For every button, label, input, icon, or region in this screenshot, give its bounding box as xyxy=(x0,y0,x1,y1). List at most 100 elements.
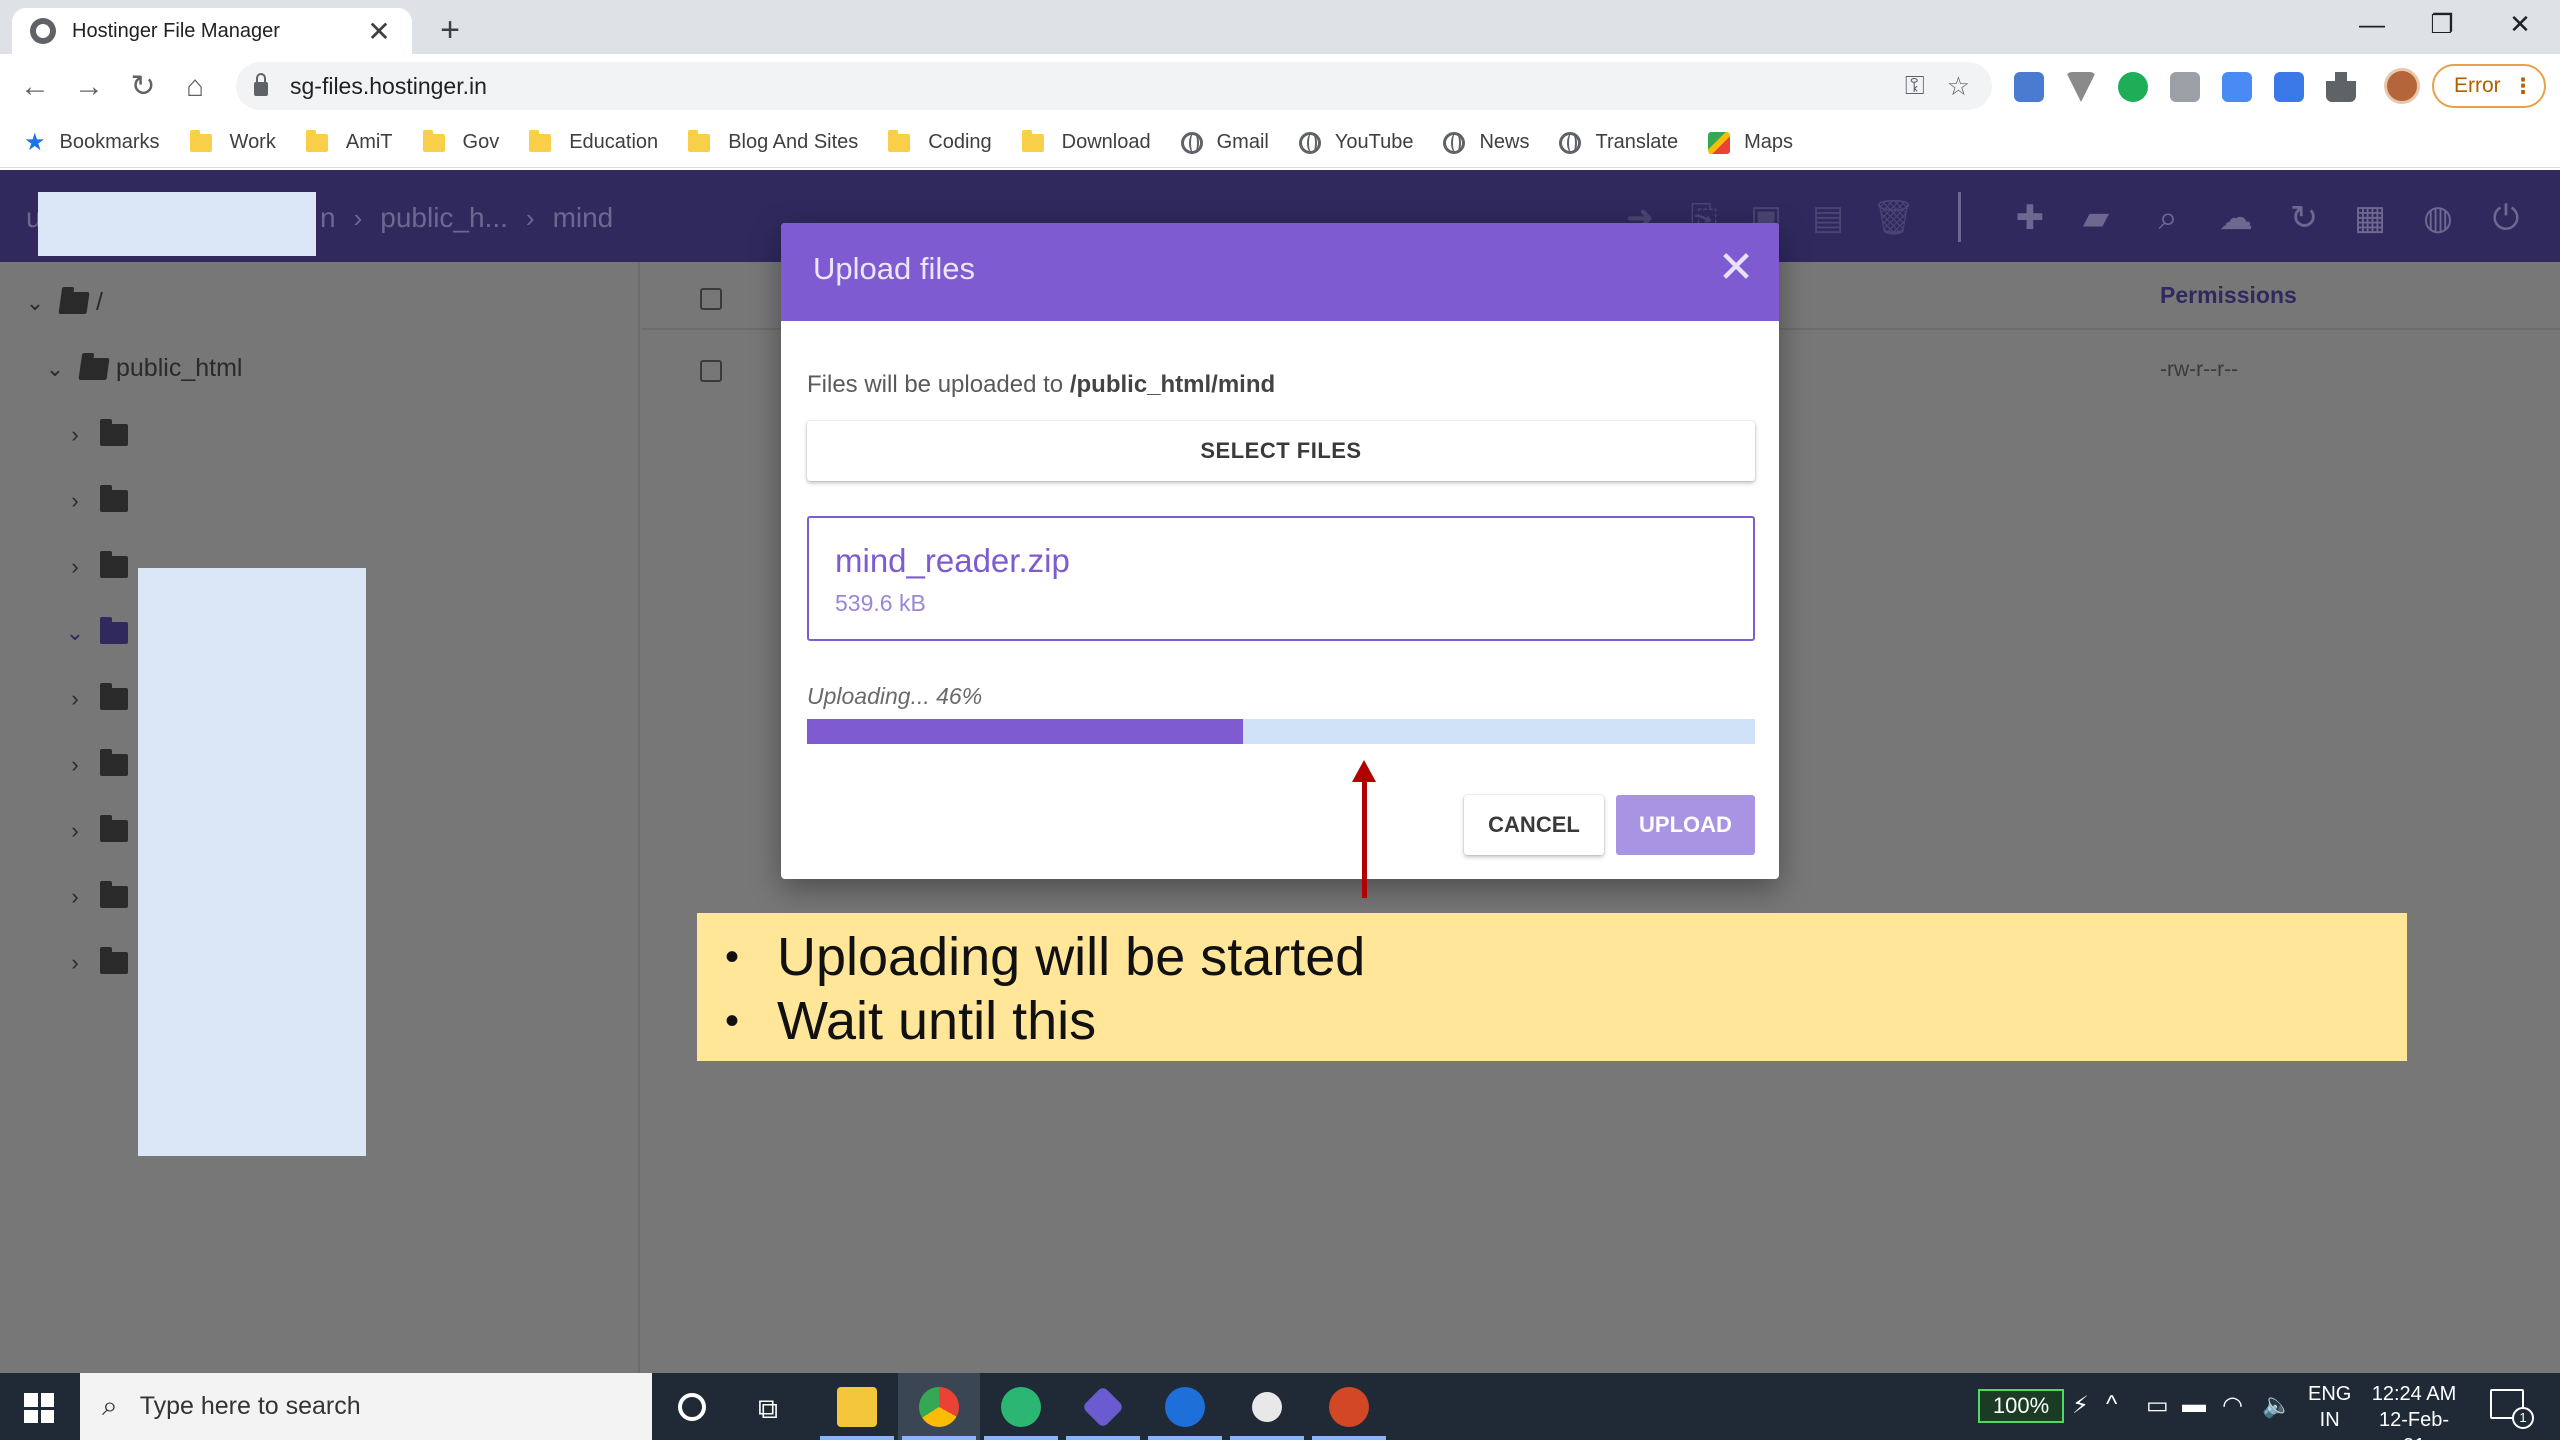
extension-v-icon[interactable] xyxy=(2066,72,2096,102)
toolbar-divider xyxy=(1958,192,1961,242)
close-icon[interactable]: ✕ xyxy=(1713,245,1759,291)
tree-item[interactable]: › xyxy=(62,485,136,514)
tree-item[interactable]: › xyxy=(62,551,136,580)
system-clock[interactable]: 12:24 AM 12-Feb-21 xyxy=(2368,1381,2460,1440)
error-chip[interactable]: Error ⋮ xyxy=(2432,64,2546,108)
permissions-column-header[interactable]: Permissions xyxy=(2160,282,2297,309)
window-close-button[interactable]: ✕ xyxy=(2490,6,2550,42)
bookmark-item[interactable]: News xyxy=(1443,131,1529,154)
chevron-right-icon[interactable]: › xyxy=(62,818,88,844)
extension-code-icon[interactable] xyxy=(2170,72,2200,102)
extension-icon[interactable] xyxy=(2014,72,2044,102)
bookmark-item[interactable]: Translate xyxy=(1559,131,1678,154)
language-indicator[interactable]: ENG IN xyxy=(2308,1381,2351,1433)
volume-icon[interactable]: 🔈 xyxy=(2262,1391,2292,1420)
task-view-icon[interactable]: ⧉ xyxy=(758,1393,778,1426)
bookmark-star-icon[interactable]: ☆ xyxy=(1947,71,1970,102)
power-plug-icon[interactable]: ⚡ xyxy=(2072,1391,2089,1420)
bookmark-item[interactable]: Maps xyxy=(1708,131,1793,154)
battery-status[interactable]: 100% xyxy=(1978,1389,2064,1423)
cancel-button[interactable]: CANCEL xyxy=(1464,795,1604,855)
bookmark-item[interactable]: ★ Bookmarks xyxy=(24,128,160,157)
chevron-right-icon[interactable]: › xyxy=(62,950,88,976)
breadcrumb-current[interactable]: mind xyxy=(553,202,614,234)
chevron-up-icon[interactable]: ^ xyxy=(2106,1391,2117,1419)
chevron-down-icon[interactable]: ⌄ xyxy=(22,290,48,316)
new-file-icon[interactable]: ✚ xyxy=(2010,198,2050,238)
powerpoint-icon[interactable] xyxy=(1308,1373,1390,1440)
bookmark-item[interactable]: Gov xyxy=(422,129,499,154)
tree-item[interactable]: › xyxy=(62,419,136,448)
tree-item[interactable]: › xyxy=(62,815,136,844)
bookmark-item[interactable]: Gmail xyxy=(1180,131,1269,154)
bookmark-item[interactable]: Education xyxy=(529,129,658,154)
extract-icon[interactable]: ▤ xyxy=(1808,198,1848,238)
delete-icon[interactable]: 🗑 xyxy=(1872,198,1915,238)
bookmark-item[interactable]: Download xyxy=(1021,129,1151,154)
tree-item[interactable]: › xyxy=(62,947,136,976)
minimize-button[interactable]: — xyxy=(2342,6,2402,42)
restore-button[interactable]: ❐ xyxy=(2412,6,2472,42)
extension-window-icon[interactable] xyxy=(2274,72,2304,102)
breadcrumb-partial[interactable]: n xyxy=(320,202,336,234)
tree-item[interactable]: › xyxy=(62,749,136,778)
row-checkbox[interactable] xyxy=(700,360,722,382)
upload-cloud-icon[interactable]: ☁ xyxy=(2216,198,2256,238)
bookmark-item[interactable]: Work xyxy=(189,129,276,154)
app-atom-icon[interactable] xyxy=(980,1373,1062,1440)
chevron-right-icon[interactable]: › xyxy=(62,884,88,910)
reload-button[interactable]: ↻ xyxy=(122,66,164,108)
bookmark-item[interactable]: YouTube xyxy=(1298,131,1413,154)
select-all-checkbox[interactable] xyxy=(700,288,722,310)
bookmark-item[interactable]: Coding xyxy=(888,129,992,154)
translate-extension-icon[interactable] xyxy=(2222,72,2252,102)
new-folder-icon[interactable]: ▰ xyxy=(2076,198,2116,238)
select-files-button[interactable]: SELECT FILES xyxy=(807,421,1755,481)
forward-button[interactable]: → xyxy=(68,66,110,108)
search-icon[interactable]: ⌕ xyxy=(2148,198,2188,238)
tree-item-selected[interactable]: ⌄ xyxy=(62,617,136,646)
extension-green-icon[interactable] xyxy=(2118,72,2148,102)
refresh-icon[interactable]: ↻ xyxy=(2284,198,2324,238)
tab-close-icon[interactable]: ✕ xyxy=(364,15,394,48)
chevron-right-icon[interactable]: › xyxy=(62,422,88,448)
bookmark-item[interactable]: Blog And Sites xyxy=(688,129,858,154)
extensions-puzzle-icon[interactable] xyxy=(2326,72,2356,102)
browser-tab[interactable]: Hostinger File Manager ✕ xyxy=(12,8,412,54)
battery-icon[interactable]: ▬ xyxy=(2182,1391,2206,1419)
chevron-right-icon[interactable]: › xyxy=(62,752,88,778)
taskbar-search-input[interactable]: ⌕ Type here to search xyxy=(80,1373,652,1440)
file-explorer-icon[interactable] xyxy=(816,1373,898,1440)
windows-start-icon[interactable] xyxy=(24,1393,54,1423)
chevron-down-icon[interactable]: ⌄ xyxy=(42,356,68,382)
bookmark-item[interactable]: AmiT xyxy=(305,129,393,154)
address-bar[interactable]: sg-files.hostinger.in ⚿ ☆ xyxy=(236,62,1992,110)
grid-view-icon[interactable]: ▦ xyxy=(2350,198,2390,238)
settings-gear-icon[interactable] xyxy=(1226,1373,1308,1440)
chevron-right-icon[interactable]: › xyxy=(62,488,88,514)
tree-item-public-html[interactable]: ⌄ public_html xyxy=(42,354,243,383)
tree-item[interactable]: › xyxy=(62,881,136,910)
meet-now-icon[interactable]: ▭ xyxy=(2146,1391,2169,1420)
home-button[interactable]: ⌂ xyxy=(174,66,216,108)
profile-avatar[interactable] xyxy=(2384,68,2420,104)
tree-item[interactable]: › xyxy=(62,683,136,712)
back-button[interactable]: ← xyxy=(14,66,56,108)
chevron-right-icon[interactable]: › xyxy=(62,686,88,712)
language-globe-icon[interactable]: ◍ xyxy=(2418,198,2458,238)
upload-button[interactable]: UPLOAD xyxy=(1616,795,1755,855)
chevron-down-icon[interactable]: ⌄ xyxy=(62,620,88,646)
chevron-right-icon[interactable]: › xyxy=(62,554,88,580)
tree-item-root[interactable]: ⌄ / xyxy=(22,288,103,317)
lock-icon[interactable] xyxy=(254,73,268,96)
wifi-icon[interactable]: ◠ xyxy=(2222,1391,2243,1420)
chrome-icon[interactable] xyxy=(898,1373,980,1440)
breadcrumb-public-html[interactable]: public_h... xyxy=(380,202,508,234)
power-icon[interactable]: ⏻ xyxy=(2486,198,2526,238)
new-tab-button[interactable]: + xyxy=(430,10,470,50)
url-text[interactable]: sg-files.hostinger.in xyxy=(290,73,1905,100)
key-icon[interactable]: ⚿ xyxy=(1905,70,1925,102)
cortana-icon[interactable] xyxy=(678,1393,706,1421)
app-diamond-icon[interactable] xyxy=(1062,1373,1144,1440)
app-w-icon[interactable] xyxy=(1144,1373,1226,1440)
